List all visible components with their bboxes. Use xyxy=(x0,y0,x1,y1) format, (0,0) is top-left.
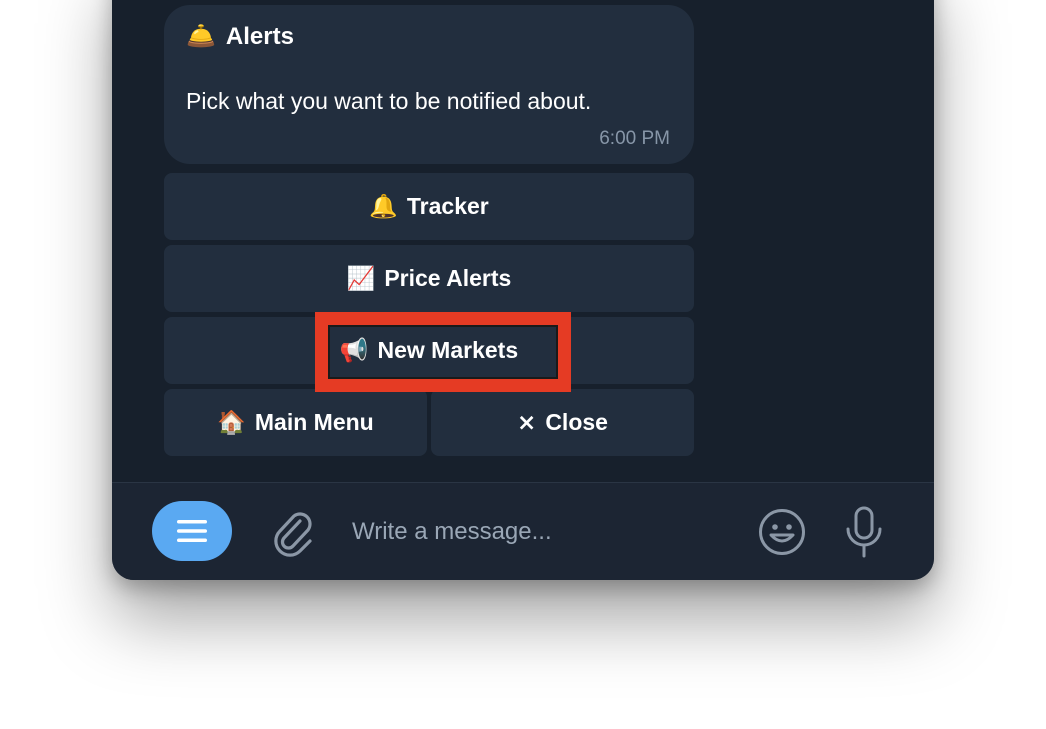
price-alerts-button[interactable]: 📈 Price Alerts xyxy=(164,245,694,312)
main-menu-button-label: Main Menu xyxy=(254,409,374,435)
close-button-label: Close xyxy=(545,409,608,435)
menu-icon xyxy=(177,520,207,542)
close-icon: × xyxy=(517,409,537,436)
tracker-button[interactable]: 🔔 Tracker xyxy=(164,173,694,240)
bot-menu-button[interactable] xyxy=(152,501,232,561)
message-composer xyxy=(112,482,934,580)
chat-window: 🛎️ Alerts Pick what you want to be notifi… xyxy=(112,0,934,580)
message-body: Pick what you want to be notified about. xyxy=(186,88,592,114)
bell-icon: 🔔 xyxy=(369,194,398,220)
smile-icon[interactable] xyxy=(757,507,807,557)
paperclip-icon[interactable] xyxy=(270,507,316,557)
house-icon: 🏠 xyxy=(217,410,246,436)
message-input[interactable] xyxy=(352,509,732,555)
message-timestamp: 6:00 PM xyxy=(599,128,670,149)
bell-icon: 🛎️ xyxy=(186,22,216,50)
message-list: 🛎️ Alerts Pick what you want to be notifi… xyxy=(112,0,934,482)
message-title-text: Alerts xyxy=(225,23,294,50)
chart-increasing-icon: 📈 xyxy=(346,266,376,292)
close-button[interactable]: × Close xyxy=(431,389,694,456)
new-markets-button-label: New Markets xyxy=(377,337,519,363)
message-bubble: 🛎️ Alerts Pick what you want to be notifi… xyxy=(164,5,694,164)
message-title: 🛎️ Alerts xyxy=(186,22,294,51)
main-menu-button[interactable]: 🏠 Main Menu xyxy=(164,389,427,456)
megaphone-icon: 📢 xyxy=(339,338,369,364)
price-alerts-button-label: Price Alerts xyxy=(384,265,512,291)
tracker-button-label: Tracker xyxy=(406,193,489,219)
microphone-icon[interactable] xyxy=(842,505,886,559)
new-markets-button[interactable]: 📢 New Markets xyxy=(164,317,694,384)
